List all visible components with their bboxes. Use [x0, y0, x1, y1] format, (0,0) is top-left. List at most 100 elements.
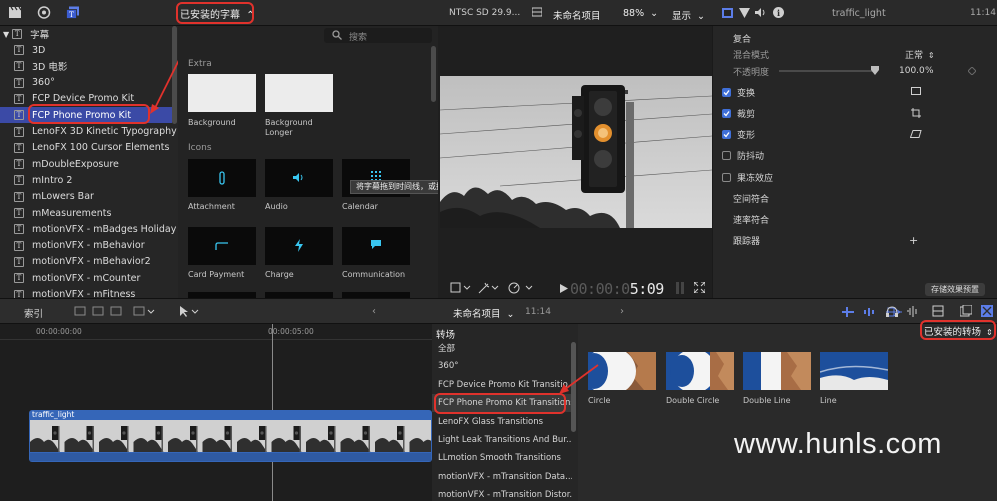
enhance-tool-button[interactable] — [478, 282, 500, 294]
sidebar-item[interactable]: T LenoFX 100 Cursor Elements — [0, 140, 172, 156]
sidebar-item[interactable]: TmotionVFX - mFitness — [0, 287, 172, 298]
title-icon: T — [14, 191, 24, 202]
index-button[interactable]: 索引 — [24, 306, 43, 320]
search-field[interactable]: 搜索 — [324, 28, 432, 43]
sidebar-item[interactable]: TmMeasurements — [0, 205, 172, 221]
play-icon[interactable] — [560, 284, 568, 296]
save-preset-button[interactable]: 存储效果预置 — [925, 283, 985, 296]
sidebar-item[interactable]: T 360° — [0, 75, 172, 91]
checkbox[interactable] — [722, 151, 731, 161]
keyframe-icon[interactable] — [967, 66, 977, 78]
sidebar-item-label: 3D — [32, 44, 46, 56]
sidebar-item[interactable]: TmDoubleExposure — [0, 156, 172, 172]
title-thumb-audio[interactable] — [265, 159, 333, 197]
title-thumb-charge[interactable] — [265, 227, 333, 265]
transition-category[interactable]: Light Leak Transitions And Bur... — [432, 431, 572, 449]
svg-text:i: i — [777, 8, 780, 18]
transition-thumb-double-circle[interactable] — [666, 352, 734, 390]
back-arrow-icon[interactable]: ‹ — [372, 306, 376, 317]
titles-icon[interactable]: T — [66, 6, 80, 19]
browser-scrollbar[interactable] — [431, 46, 436, 102]
video-inspector-icon[interactable] — [722, 8, 733, 18]
sidebar-item[interactable]: T LenoFX 3D Kinetic Typography — [0, 124, 177, 140]
filter-inspector-icon[interactable] — [739, 8, 750, 18]
clip-traffic-light[interactable]: traffic_light — [29, 410, 432, 462]
effects-browser-icon[interactable] — [959, 304, 973, 320]
rate-conform-row[interactable]: 速率符合 — [713, 209, 997, 229]
sidebar-item-label: motionVFX - mBadges Holiday — [32, 223, 177, 235]
title-icon: T — [14, 256, 24, 267]
transition-category[interactable]: motionVFX - mTransition Data... — [432, 468, 572, 486]
checkbox[interactable] — [722, 130, 731, 140]
view-dropdown[interactable]: 显示 ⌄ — [672, 8, 705, 22]
clip-appearance-icon[interactable] — [932, 305, 944, 320]
title-icon: T — [14, 175, 24, 186]
headphones-icon[interactable] — [886, 306, 898, 320]
sidebar-item[interactable]: TmIntro 2 — [0, 172, 172, 188]
select-tool-dropdown[interactable] — [178, 305, 202, 321]
sidebar-root-titles[interactable]: ▼ T 字幕 — [0, 26, 172, 42]
spatial-conform-row[interactable]: 空间符合 — [713, 188, 997, 208]
format-label: NTSC SD 29.9... — [449, 8, 521, 18]
title-thumb-background-longer[interactable] — [265, 74, 333, 112]
clapper-icon[interactable] — [8, 6, 22, 19]
title-icon: T — [14, 273, 24, 284]
timeline-ruler[interactable]: 00:00:00:00 00:00:05:00 — [0, 324, 432, 340]
audio-inspector-icon[interactable] — [755, 7, 767, 18]
transitions-browser: 已安装的转场 ⇕ Circle Double Circle Double Lin… — [578, 320, 997, 501]
transition-category[interactable]: motionVFX - mTransition Distor... — [432, 486, 572, 501]
distort-onscreen-icon[interactable] — [909, 130, 922, 141]
transition-category[interactable]: LLmotion Smooth Transitions — [432, 449, 572, 467]
slider-knob-icon[interactable] — [871, 66, 879, 78]
opacity-slider[interactable] — [779, 70, 877, 72]
highlight-browser-filter — [176, 2, 254, 24]
transition-category[interactable]: 全部 — [432, 339, 572, 357]
zoom-dropdown[interactable]: 88% ⌄ — [623, 8, 658, 19]
transition-category[interactable]: 360° — [432, 357, 572, 375]
sidebar-item-label: motionVFX - mBehavior — [32, 240, 145, 252]
add-tracker-icon[interactable]: + — [909, 234, 918, 247]
title-thumb-communication[interactable] — [342, 227, 410, 265]
info-inspector-icon[interactable]: i — [773, 7, 784, 18]
opacity-unit: % — [925, 66, 934, 76]
transition-category[interactable]: LenoFX Glass Transitions — [432, 413, 572, 431]
fullscreen-icon[interactable] — [693, 281, 706, 296]
sidebar-item[interactable]: T 3D — [0, 42, 172, 58]
title-thumb-background[interactable] — [188, 74, 256, 112]
timeline-project-dropdown[interactable]: 未命名项目 ⌄ — [453, 306, 515, 320]
playhead-timecode[interactable]: 00:00:05:09 — [570, 280, 664, 298]
title-thumb-card-payment[interactable] — [188, 227, 256, 265]
transform-tool-button[interactable] — [450, 282, 472, 294]
sidebar-item[interactable]: TmotionVFX - mBehavior — [0, 238, 172, 254]
sidebar-item[interactable]: TmotionVFX - mCounter — [0, 270, 172, 286]
inspector-effect-label: 变形 — [737, 131, 756, 142]
sidebar-item[interactable]: TmLowers Bar — [0, 189, 172, 205]
crop-onscreen-icon[interactable] — [911, 108, 921, 121]
transition-category[interactable]: FCP Device Promo Kit Transitio... — [432, 376, 572, 394]
chevron-down-icon: ⌄ — [506, 309, 515, 320]
sidebar-item[interactable]: TmotionVFX - mBadges Holiday — [0, 221, 176, 237]
checkbox[interactable] — [722, 87, 731, 97]
sidebar-item-label: mDoubleExposure — [32, 158, 119, 170]
checkbox[interactable] — [722, 172, 731, 182]
transitions-browser-icon[interactable] — [981, 305, 993, 320]
disclosure-triangle-icon[interactable]: ▼ — [3, 30, 9, 39]
audio-skimming-icon[interactable] — [906, 306, 918, 320]
title-thumb-attachment[interactable] — [188, 159, 256, 197]
sidebar-item[interactable]: T 3D 电影 — [0, 58, 172, 74]
sidebar-root-label: 字幕 — [30, 30, 50, 41]
forward-arrow-icon[interactable]: › — [620, 306, 624, 317]
titles-browser: 搜索 Extra Background Background Longer Ic… — [178, 26, 438, 298]
checkbox[interactable] — [722, 108, 731, 118]
sidebar-item[interactable]: TmotionVFX - mBehavior2 — [0, 254, 172, 270]
transition-thumb-double-line[interactable] — [743, 352, 811, 390]
retime-tool-button[interactable] — [508, 282, 536, 294]
inspector-effect-label: 果冻效应 — [737, 173, 774, 184]
opacity-value[interactable]: 100.0 — [899, 66, 925, 76]
transform-onscreen-icon[interactable] — [911, 87, 921, 98]
transition-thumb-line[interactable] — [820, 352, 888, 390]
photos-icon[interactable] — [37, 6, 51, 19]
viewer-frame[interactable] — [440, 76, 712, 228]
inspector-effect-row: 变换 — [713, 82, 997, 102]
blend-mode-dropdown[interactable]: 正常 ⇕ — [905, 48, 935, 61]
